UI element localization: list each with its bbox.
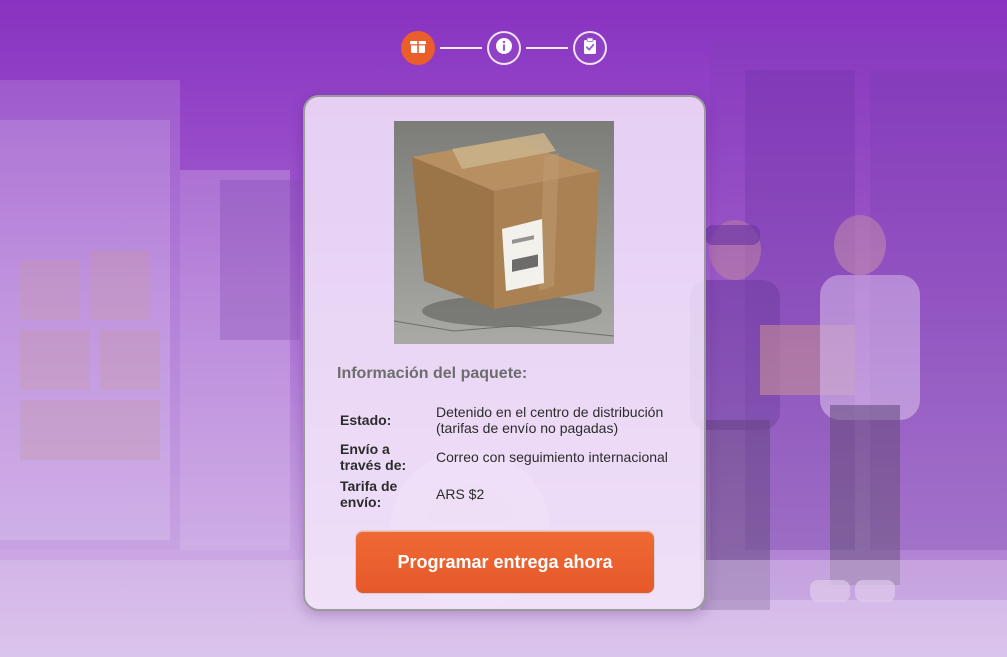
clipboard-check-icon (581, 37, 599, 60)
shipping-fee-label: Tarifa de envío: (340, 478, 398, 510)
detail-row-shipping-method: Envío a través de: Correo con seguimient… (340, 438, 680, 476)
package-icon (409, 37, 427, 60)
section-title: Información del paquete: (337, 365, 528, 382)
package-details-table: Estado: Detenido en el centro de distrib… (340, 402, 680, 512)
step-connector (526, 47, 568, 49)
cardboard-box-image (394, 121, 614, 344)
progress-stepper (401, 31, 607, 65)
detail-row-status: Estado: Detenido en el centro de distrib… (340, 402, 680, 438)
info-icon (495, 37, 513, 60)
step-confirm (573, 31, 607, 65)
status-value: Detenido en el centro de distribución (t… (436, 404, 664, 436)
schedule-delivery-button[interactable]: Programar entrega ahora (355, 530, 655, 594)
step-info (487, 31, 521, 65)
step-package (401, 31, 435, 65)
shipping-method-label: Envío a través de: (340, 441, 407, 473)
step-connector (440, 47, 482, 49)
shipping-method-value: Correo con seguimiento internacional (436, 449, 668, 465)
package-info-card: Información del paquete: Estado: Detenid… (303, 95, 706, 611)
shipping-fee-value: ARS $2 (436, 486, 485, 502)
status-label: Estado: (340, 412, 392, 428)
detail-row-shipping-fee: Tarifa de envío: ARS $2 (340, 476, 680, 512)
